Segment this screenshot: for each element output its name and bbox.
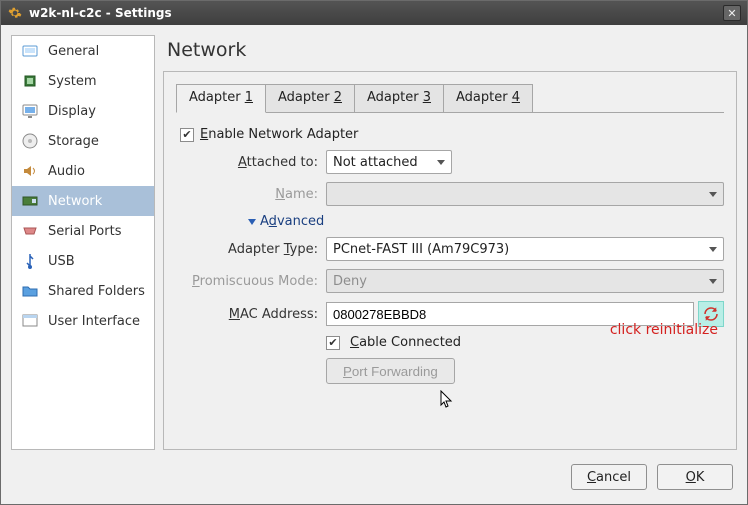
adapter-type-value: PCnet-FAST III (Am79C973) [333, 242, 509, 257]
speaker-icon [20, 161, 40, 181]
advanced-toggle[interactable]: Advanced [248, 214, 724, 229]
promiscuous-row: Promiscuous Mode: Deny [176, 269, 724, 293]
portforward-row: Port Forwarding [176, 358, 724, 384]
promiscuous-select: Deny [326, 269, 724, 293]
sidebar-item-label: Shared Folders [48, 284, 145, 299]
sidebar-item-display[interactable]: Display [12, 96, 154, 126]
sidebar-item-label: Serial Ports [48, 224, 121, 239]
adapter-type-row: Adapter Type: PCnet-FAST III (Am79C973) [176, 237, 724, 261]
tab-adapter-3[interactable]: Adapter 3 [354, 84, 444, 113]
chevron-down-icon [248, 219, 256, 225]
page-title: Network [163, 35, 737, 71]
sidebar-item-shared[interactable]: Shared Folders [12, 276, 154, 306]
mac-label: MAC Address: [176, 307, 326, 322]
attached-to-value: Not attached [333, 155, 418, 170]
dialog-footer: Cancel OK [1, 460, 747, 504]
adapter-type-label: Adapter Type: [176, 242, 326, 257]
general-icon [20, 41, 40, 61]
cable-label: Cable Connected [350, 335, 461, 350]
adapter-tabs: Adapter 1 Adapter 2 Adapter 3 Adapter 4 [176, 84, 724, 113]
sidebar-item-label: USB [48, 254, 75, 269]
main-pane: Network Adapter 1 Adapter 2 Adapter 3 Ad… [163, 35, 737, 450]
cable-checkbox[interactable] [326, 336, 340, 350]
network-panel: Adapter 1 Adapter 2 Adapter 3 Adapter 4 … [163, 71, 737, 450]
enable-adapter-row: Enable Network Adapter [180, 127, 724, 142]
folder-icon [20, 281, 40, 301]
tab-adapter-1[interactable]: Adapter 1 [176, 84, 266, 113]
cursor-icon [440, 390, 454, 413]
name-row: Name: [176, 182, 724, 206]
tab-adapter-4[interactable]: Adapter 4 [443, 84, 533, 113]
sidebar-item-label: Network [48, 194, 102, 209]
sidebar-item-label: General [48, 44, 99, 59]
monitor-icon [20, 101, 40, 121]
nic-icon [20, 191, 40, 211]
tab-adapter-2[interactable]: Adapter 2 [265, 84, 355, 113]
disk-icon [20, 131, 40, 151]
usb-icon [20, 251, 40, 271]
promiscuous-label: Promiscuous Mode: [176, 274, 326, 289]
sidebar-item-label: User Interface [48, 314, 140, 329]
sidebar-item-audio[interactable]: Audio [12, 156, 154, 186]
sidebar-item-serial[interactable]: Serial Ports [12, 216, 154, 246]
chip-icon [20, 71, 40, 91]
promiscuous-value: Deny [333, 274, 367, 289]
sidebar-item-general[interactable]: General [12, 36, 154, 66]
settings-window: w2k-nl-c2c - Settings ✕ General System D… [0, 0, 748, 505]
adapter-type-select[interactable]: PCnet-FAST III (Am79C973) [326, 237, 724, 261]
annotation-text: click reinitialize [610, 322, 718, 338]
cancel-button[interactable]: Cancel [571, 464, 647, 490]
sidebar-item-network[interactable]: Network [12, 186, 154, 216]
refresh-icon [702, 305, 720, 323]
attached-to-label: Attached to: [176, 155, 326, 170]
port-forwarding-button: Port Forwarding [326, 358, 455, 384]
sidebar-item-storage[interactable]: Storage [12, 126, 154, 156]
ok-button[interactable]: OK [657, 464, 733, 490]
name-select [326, 182, 724, 206]
sidebar-item-label: Display [48, 104, 96, 119]
window-title: w2k-nl-c2c - Settings [29, 6, 172, 20]
titlebar[interactable]: w2k-nl-c2c - Settings ✕ [1, 1, 747, 25]
content-area: General System Display Storage Audio Net… [1, 25, 747, 460]
close-icon[interactable]: ✕ [723, 5, 741, 21]
window-icon [20, 311, 40, 331]
sidebar-item-system[interactable]: System [12, 66, 154, 96]
sidebar-item-usb[interactable]: USB [12, 246, 154, 276]
sidebar-item-label: Storage [48, 134, 99, 149]
sidebar-item-label: Audio [48, 164, 85, 179]
serial-icon [20, 221, 40, 241]
enable-adapter-label: Enable Network Adapter [200, 127, 358, 142]
attached-to-select[interactable]: Not attached [326, 150, 452, 174]
sidebar-item-label: System [48, 74, 96, 89]
sidebar: General System Display Storage Audio Net… [11, 35, 155, 450]
gear-icon [7, 5, 23, 21]
name-label: Name: [176, 187, 326, 202]
attached-to-row: Attached to: Not attached [176, 150, 724, 174]
enable-adapter-checkbox[interactable] [180, 128, 194, 142]
sidebar-item-ui[interactable]: User Interface [12, 306, 154, 336]
